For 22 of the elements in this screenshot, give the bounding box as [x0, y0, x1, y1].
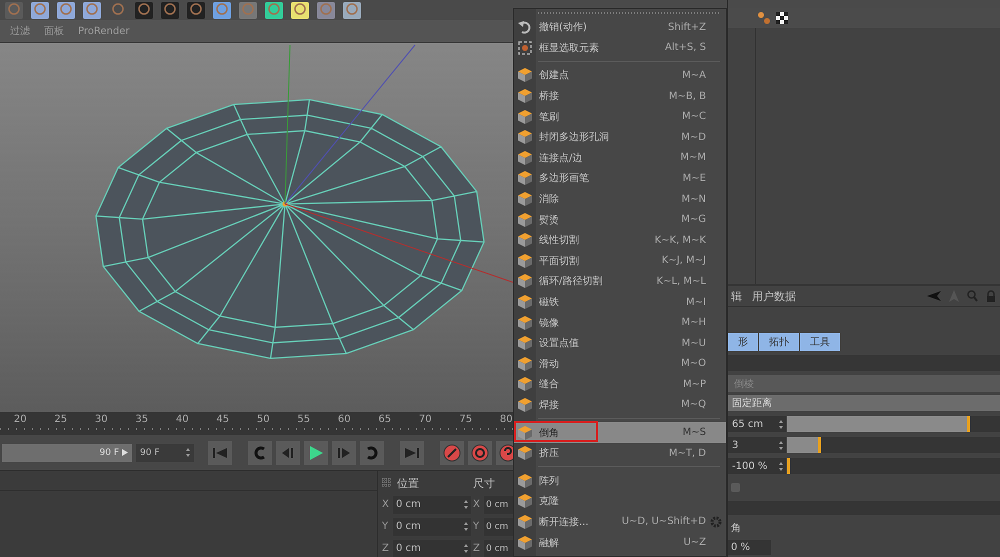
position-header: 位置	[397, 476, 419, 490]
frame-number: 60	[336, 414, 352, 427]
frame-number: 20	[12, 414, 28, 427]
frame-number: 80	[498, 414, 514, 427]
size-header: 尺寸	[473, 476, 495, 490]
axis-label: Y	[382, 521, 390, 532]
frame-number: 25	[53, 414, 68, 427]
corner-label: 角	[730, 522, 742, 535]
axis-label: X	[382, 499, 390, 510]
frame-number: 50	[256, 414, 271, 427]
frame-number: 70	[418, 414, 433, 427]
frame-number: 40	[174, 414, 190, 427]
frame-number: 75	[458, 414, 474, 427]
frame-number: 65	[377, 414, 392, 427]
frame-number: 45	[215, 414, 230, 427]
axis-label: Z	[382, 543, 390, 554]
axis-label: X	[473, 499, 481, 510]
frame-number: 55	[296, 414, 312, 427]
frame-number: 30	[94, 414, 109, 427]
axis-label: Y	[473, 521, 480, 532]
frame-number: 35	[134, 414, 150, 427]
axis-label: Z	[473, 543, 481, 554]
